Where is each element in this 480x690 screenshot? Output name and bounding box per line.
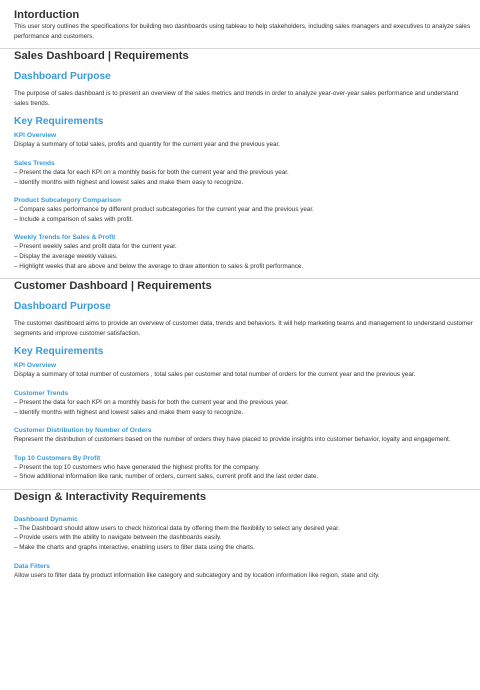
customer-kpi-overview-text: Display a summary of total number of cus… [14,371,416,379]
list-item: The Dashboard should allow users to chec… [14,524,474,534]
list-item: Present the data for each KPI on a month… [14,398,474,408]
sales-kpi-overview-text: Display a summary of total sales, profit… [14,141,281,149]
list-item: Present the top 10 customers who have ge… [14,463,474,473]
list-item: Display the average weekly values. [14,252,474,262]
sales-dashboard-heading: Sales Dashboard | Requirements [14,50,189,63]
customer-distribution-text: Represent the distribution of customers … [14,436,451,444]
list-item: Present the data for each KPI on a month… [14,168,474,178]
product-subcategory-list: Compare sales performance by different p… [14,205,474,224]
customer-distribution-heading: Customer Distribution by Number of Order… [14,427,152,435]
customer-trends-list: Present the data for each KPI on a month… [14,398,474,417]
introduction-heading: Intorduction [14,9,80,21]
list-item: Include a comparison of sales with profi… [14,215,474,225]
introduction-text: This user story outlines the specificati… [14,23,471,40]
list-item: Show additional information like rank, n… [14,472,474,482]
sales-trends-heading: Sales Trends [14,159,55,167]
weekly-trends-heading: Weekly Trends for Sales & Profit [14,234,116,242]
customer-trends-heading: Customer Trends [14,389,69,397]
sales-key-requirements-heading: Key Requirements [14,116,104,128]
product-subcategory-heading: Product Subcategory Comparison [14,197,121,205]
dashboard-dynamic-heading: Dashboard Dynamic [14,515,78,523]
dashboard-dynamic-list: The Dashboard should allow users to chec… [14,524,474,553]
top-customers-heading: Top 10 Customers By Profit [14,454,101,462]
design-interactivity-heading: Design & Interactivity Requirements [14,490,207,503]
document-page: Intorduction This user story outlines th… [0,0,480,580]
list-item: Make the charts and graphs interactive, … [14,543,474,553]
sales-kpi-overview-heading: KPI Overview [14,132,57,140]
top-customers-list: Present the top 10 customers who have ge… [14,463,474,482]
list-item: Identify months with highest and lowest … [14,408,474,418]
list-item: Provide users with the ability to naviga… [14,533,474,543]
customer-key-requirements-heading: Key Requirements [14,346,104,358]
customer-kpi-overview-heading: KPI Overview [14,362,57,370]
list-item: Highlight weeks that are above and below… [14,262,474,272]
sales-purpose-text: The purpose of sales dashboard is to pre… [14,90,459,107]
customer-purpose-heading: Dashboard Purpose [14,301,111,313]
data-filters-heading: Data Filters [14,562,50,570]
weekly-trends-list: Present weekly sales and profit data for… [14,242,474,271]
sales-trends-list: Present the data for each KPI on a month… [14,168,474,187]
customer-purpose-text: The customer dashboard aims to provide a… [14,320,473,337]
data-filters-text: Allow users to filter data by product in… [14,571,380,579]
list-item: Compare sales performance by different p… [14,205,474,215]
list-item: Identify months with highest and lowest … [14,178,474,188]
list-item: Present weekly sales and profit data for… [14,242,474,252]
sales-purpose-heading: Dashboard Purpose [14,71,111,83]
customer-dashboard-heading: Customer Dashboard | Requirements [14,280,212,293]
